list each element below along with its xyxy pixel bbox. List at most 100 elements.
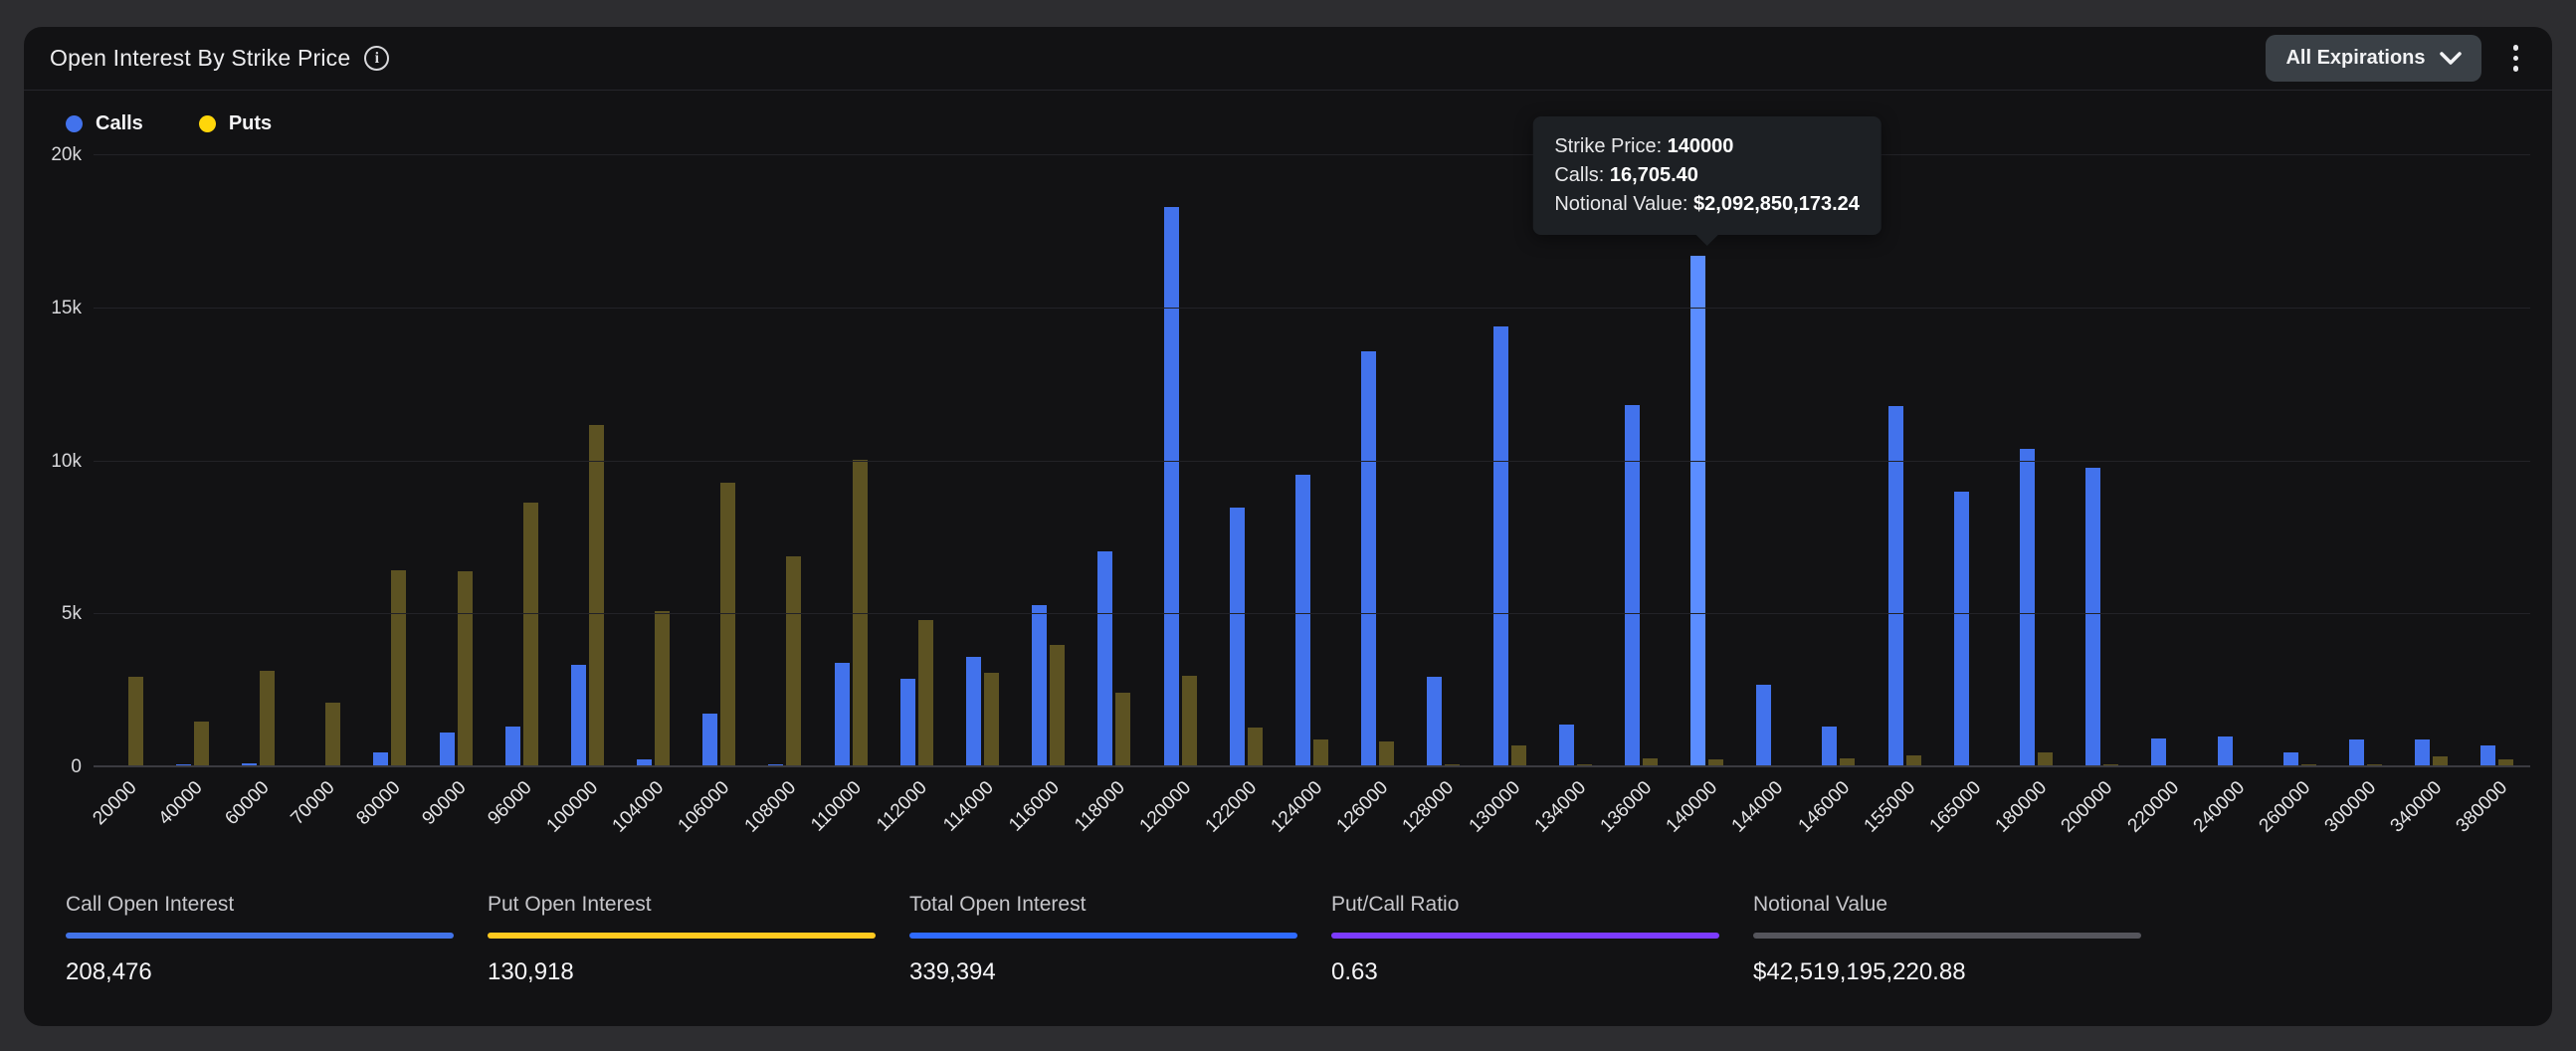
calls-legend-label: Calls bbox=[96, 112, 143, 135]
x-axis-label: 120000 bbox=[1135, 777, 1195, 837]
chevron-down-icon bbox=[2440, 52, 2462, 66]
calls-bar[interactable] bbox=[2349, 739, 2364, 767]
puts-bar[interactable] bbox=[391, 570, 406, 767]
puts-bar[interactable] bbox=[984, 673, 999, 767]
calls-bar[interactable] bbox=[1427, 677, 1442, 767]
stat-value: $42,519,195,220.88 bbox=[1753, 958, 2175, 986]
expirations-dropdown[interactable]: All Expirations bbox=[2266, 35, 2480, 82]
puts-bar[interactable] bbox=[1379, 741, 1394, 767]
calls-bar[interactable] bbox=[835, 663, 850, 767]
calls-bar[interactable] bbox=[702, 714, 717, 767]
x-axis-label: 130000 bbox=[1465, 777, 1524, 837]
chart-legend: Calls Puts bbox=[24, 91, 2552, 135]
card-header: Open Interest By Strike Price i All Expi… bbox=[24, 27, 2552, 91]
stat-value: 208,476 bbox=[66, 958, 488, 986]
puts-bar[interactable] bbox=[589, 425, 604, 767]
calls-bar[interactable] bbox=[1032, 605, 1047, 767]
y-axis-tick: 10k bbox=[51, 451, 82, 473]
calls-bar[interactable] bbox=[2020, 449, 2035, 767]
puts-bar[interactable] bbox=[786, 556, 801, 767]
stat-underline bbox=[909, 933, 1297, 939]
strike-slot: 100000 bbox=[554, 155, 620, 767]
stat-underline bbox=[1753, 933, 2141, 939]
calls-bar[interactable] bbox=[1097, 551, 1112, 767]
x-axis-label: 108000 bbox=[740, 777, 800, 837]
x-axis-label: 180000 bbox=[1992, 777, 2052, 837]
puts-bar[interactable] bbox=[655, 611, 670, 767]
puts-bar[interactable] bbox=[1115, 693, 1130, 767]
puts-bar[interactable] bbox=[325, 703, 340, 767]
puts-bar[interactable] bbox=[1050, 645, 1065, 767]
kebab-menu-icon[interactable] bbox=[2507, 39, 2525, 78]
y-axis: 05k10k15k20k bbox=[36, 155, 94, 767]
strike-slot: 136000 bbox=[1608, 155, 1674, 767]
x-axis-label: 118000 bbox=[1071, 777, 1129, 836]
puts-bar[interactable] bbox=[194, 722, 209, 767]
puts-bar[interactable] bbox=[260, 671, 275, 767]
strike-slot: 260000 bbox=[2267, 155, 2332, 767]
x-axis-label: 200000 bbox=[2058, 777, 2117, 837]
x-axis-label: 122000 bbox=[1201, 777, 1261, 837]
stat-put-open-interest: Put Open Interest130,918 bbox=[488, 893, 909, 986]
calls-bar[interactable] bbox=[1230, 508, 1245, 767]
legend-item-calls[interactable]: Calls bbox=[66, 112, 143, 135]
calls-bar[interactable] bbox=[1625, 405, 1640, 767]
puts-bar[interactable] bbox=[523, 503, 538, 767]
strike-slot: 106000 bbox=[687, 155, 752, 767]
strike-slot: 20000 bbox=[94, 155, 159, 767]
x-axis-label: 80000 bbox=[352, 777, 405, 830]
strike-slot: 200000 bbox=[2070, 155, 2135, 767]
puts-bar[interactable] bbox=[720, 483, 735, 767]
puts-bar[interactable] bbox=[128, 677, 143, 767]
strike-slot: 240000 bbox=[2201, 155, 2267, 767]
x-axis-label: 114000 bbox=[939, 777, 998, 836]
calls-bar[interactable] bbox=[1295, 475, 1310, 767]
x-axis-label: 165000 bbox=[1926, 777, 1986, 837]
puts-bar[interactable] bbox=[1313, 739, 1328, 767]
calls-bar[interactable] bbox=[1690, 256, 1705, 767]
calls-bar[interactable] bbox=[1756, 685, 1771, 767]
stat-underline bbox=[488, 933, 876, 939]
calls-bar[interactable] bbox=[2085, 468, 2100, 767]
puts-bar[interactable] bbox=[918, 620, 933, 767]
calls-bar[interactable] bbox=[571, 665, 586, 767]
calls-bar[interactable] bbox=[1361, 351, 1376, 767]
calls-bar[interactable] bbox=[440, 733, 455, 767]
calls-bar[interactable] bbox=[1822, 727, 1837, 768]
calls-bar[interactable] bbox=[1559, 725, 1574, 767]
x-axis-label: 134000 bbox=[1530, 777, 1590, 837]
y-axis-tick: 20k bbox=[51, 144, 82, 166]
stat-value: 0.63 bbox=[1331, 958, 1753, 986]
strike-slot: 126000 bbox=[1345, 155, 1411, 767]
puts-bar[interactable] bbox=[1248, 728, 1263, 767]
calls-bar[interactable] bbox=[1493, 326, 1508, 767]
strike-slot: 70000 bbox=[292, 155, 357, 767]
info-icon[interactable]: i bbox=[364, 46, 389, 71]
calls-bar[interactable] bbox=[966, 657, 981, 767]
strike-slot: 155000 bbox=[1872, 155, 1937, 767]
strike-slot: 60000 bbox=[225, 155, 291, 767]
stat-value: 130,918 bbox=[488, 958, 909, 986]
calls-bar[interactable] bbox=[1954, 492, 1969, 767]
stat-underline bbox=[66, 933, 454, 939]
x-axis-label: 128000 bbox=[1399, 777, 1459, 837]
strike-slot: 165000 bbox=[1937, 155, 2003, 767]
calls-bar[interactable] bbox=[1164, 207, 1179, 767]
calls-bar[interactable] bbox=[2480, 745, 2495, 767]
calls-bar[interactable] bbox=[900, 679, 915, 767]
calls-bar[interactable] bbox=[2415, 739, 2430, 767]
strike-slot: 112000 bbox=[884, 155, 949, 767]
x-axis-label: 240000 bbox=[2189, 777, 2249, 837]
calls-bar[interactable] bbox=[505, 727, 520, 768]
puts-bar[interactable] bbox=[1182, 676, 1197, 767]
puts-bar[interactable] bbox=[458, 571, 473, 767]
strike-slot: 128000 bbox=[1411, 155, 1477, 767]
calls-bar[interactable] bbox=[2218, 736, 2233, 767]
puts-bar[interactable] bbox=[1511, 745, 1526, 767]
x-axis-label: 70000 bbox=[287, 777, 339, 830]
strike-slot: 124000 bbox=[1279, 155, 1344, 767]
calls-bar[interactable] bbox=[2151, 738, 2166, 767]
x-axis-label: 144000 bbox=[1728, 777, 1788, 837]
legend-item-puts[interactable]: Puts bbox=[199, 112, 272, 135]
stat-notional-value: Notional Value$42,519,195,220.88 bbox=[1753, 893, 2175, 986]
